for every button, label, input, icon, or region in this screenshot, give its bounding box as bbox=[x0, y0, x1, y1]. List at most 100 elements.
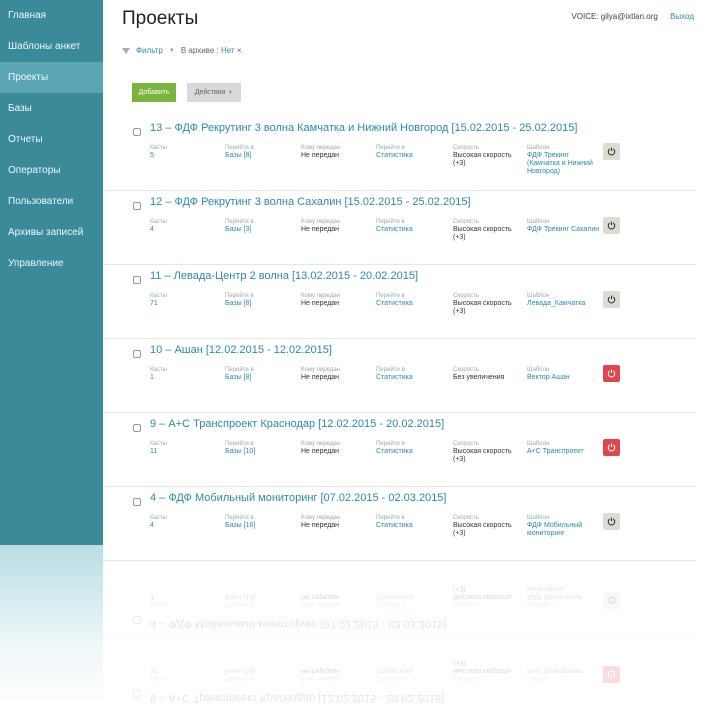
template-link[interactable]: ФДФ Трекинг (Камчатка и Нижний Новгород) bbox=[527, 152, 601, 176]
sidebar-item-reports[interactable]: Отчеты bbox=[0, 124, 103, 155]
speed-column: Скорость Высокая скорость (+3) bbox=[453, 514, 523, 538]
casts-value: 11 bbox=[150, 667, 158, 674]
bases-label: Перейти в bbox=[225, 515, 254, 521]
project-title[interactable]: 11 – Левада-Центр 2 волна [13.02.2015 - … bbox=[150, 270, 418, 282]
filter-dropdown[interactable]: Фильтр bbox=[136, 46, 163, 55]
sidebar-item-templates[interactable]: Шаблоны анкет bbox=[0, 31, 103, 62]
casts-column: Касты 71 bbox=[150, 292, 167, 308]
project-title[interactable]: 12 – ФДФ Рекрутинг 3 волна Сахалин [15.0… bbox=[150, 196, 471, 208]
stats-link[interactable]: Статистика bbox=[376, 300, 413, 308]
bases-link[interactable]: Базы [8] bbox=[225, 300, 254, 308]
sidebar-item-management[interactable]: Управление bbox=[0, 248, 103, 279]
speed-value: Высокая скорость (+3) bbox=[453, 522, 512, 537]
project-title[interactable]: 10 – Ашан [12.02.2015 - 12.02.2015] bbox=[150, 344, 332, 356]
power-toggle-button[interactable] bbox=[603, 143, 620, 160]
project-checkbox[interactable] bbox=[133, 424, 141, 432]
transferred-column: Кому передан Не передан bbox=[301, 292, 340, 308]
project-checkbox[interactable] bbox=[133, 498, 141, 506]
stats-link[interactable]: Статистика bbox=[376, 448, 413, 456]
project-card: 9 – А+С Транспроект Краснодар [12.02.201… bbox=[103, 413, 696, 487]
stats-link[interactable]: Статистика bbox=[376, 226, 413, 234]
template-label: Шаблон bbox=[527, 293, 550, 299]
sidebar-item-home[interactable]: Главная bbox=[0, 0, 103, 31]
bases-column: Перейти в Базы [10] bbox=[225, 666, 255, 682]
project-title[interactable]: 13 – ФДФ Рекрутинг 3 волна Камчатка и Ни… bbox=[150, 122, 577, 134]
bases-link[interactable]: Базы [10] bbox=[225, 448, 255, 456]
project-title[interactable]: 9 – А+С Транспроект Краснодар [12.02.201… bbox=[150, 418, 444, 430]
actions-dropdown[interactable]: Действия ▼ bbox=[187, 83, 241, 102]
speed-value: Высокая скорость (+3) bbox=[453, 152, 512, 167]
project-checkbox[interactable] bbox=[133, 128, 141, 136]
power-toggle-button[interactable] bbox=[603, 513, 620, 530]
archive-filter-tag: В архиве : Нет × bbox=[181, 46, 242, 55]
casts-value[interactable]: 4 bbox=[150, 226, 167, 234]
transferred-column: Кому передан Не передан bbox=[301, 440, 340, 456]
power-icon bbox=[607, 369, 616, 378]
stats-column: Перейти в Статистика bbox=[376, 440, 413, 456]
bases-column: Перейти в Базы [16] bbox=[225, 592, 255, 608]
bases-link[interactable]: Базы [3] bbox=[225, 226, 254, 234]
template-link[interactable]: ФДФ Мобильный мониторинг bbox=[527, 522, 601, 538]
archive-filter-label: В архиве : bbox=[180, 46, 219, 55]
power-toggle-button[interactable] bbox=[603, 291, 620, 308]
template-column: Шаблон ФДФ Трекинг Сахалин bbox=[527, 218, 601, 234]
bases-link[interactable]: Базы [8] bbox=[225, 152, 254, 160]
template-link[interactable]: ФДФ Трекинг Сахалин bbox=[527, 226, 601, 234]
casts-label: Касты bbox=[150, 601, 167, 607]
power-icon bbox=[607, 596, 616, 605]
transferred-value: Не передан bbox=[301, 448, 340, 455]
casts-label: Касты bbox=[150, 145, 167, 151]
power-icon bbox=[607, 670, 616, 679]
sidebar-reflection bbox=[0, 545, 103, 709]
template-link[interactable]: Левада_Камчатка bbox=[527, 300, 601, 308]
speed-value: Без увеличения bbox=[453, 374, 505, 381]
power-toggle-button[interactable] bbox=[603, 439, 620, 456]
stats-column: Перейти в Статистика bbox=[376, 666, 413, 682]
template-link[interactable]: А+С Транспроект bbox=[527, 448, 601, 456]
bases-link: Базы [10] bbox=[225, 667, 256, 674]
casts-value[interactable]: 71 bbox=[150, 300, 167, 308]
casts-value[interactable]: 4 bbox=[150, 522, 167, 530]
template-label: Шаблон bbox=[527, 675, 550, 681]
stats-link[interactable]: Статистика bbox=[376, 152, 413, 160]
add-button[interactable]: Добавить bbox=[132, 83, 176, 102]
sidebar-item-users[interactable]: Пользователи bbox=[0, 186, 103, 217]
power-toggle-button[interactable] bbox=[603, 365, 620, 382]
transferred-label: Кому передан bbox=[301, 219, 340, 225]
archive-filter-value[interactable]: Нет bbox=[221, 46, 235, 55]
logout-link[interactable]: Выход bbox=[670, 12, 694, 21]
stats-link: Статистика bbox=[376, 667, 413, 674]
close-icon[interactable]: × bbox=[237, 46, 242, 55]
stats-label: Перейти в bbox=[376, 675, 405, 681]
stats-link[interactable]: Статистика bbox=[376, 522, 413, 530]
casts-label: Касты bbox=[150, 675, 167, 681]
sidebar: Главная Шаблоны анкет Проекты Базы Отчет… bbox=[0, 0, 103, 545]
project-checkbox[interactable] bbox=[133, 350, 141, 358]
project-checkbox[interactable] bbox=[133, 202, 141, 210]
sidebar-item-operators[interactable]: Операторы bbox=[0, 155, 103, 186]
bases-label: Перейти в bbox=[225, 441, 254, 447]
casts-label: Касты bbox=[150, 441, 167, 447]
project-checkbox bbox=[133, 616, 141, 624]
power-toggle-button[interactable] bbox=[603, 217, 620, 234]
project-title[interactable]: 4 – ФДФ Мобильный мониторинг [07.02.2015… bbox=[150, 492, 446, 504]
user-bar: VOICE: gilya@ixtlan.org Выход bbox=[571, 12, 694, 21]
filter-bar: Фильтр ▼ В архиве : Нет × bbox=[122, 46, 241, 55]
chevron-down-icon: ▼ bbox=[168, 47, 175, 54]
sidebar-item-archives[interactable]: Архивы записей bbox=[0, 217, 103, 248]
template-label: Шаблон bbox=[527, 601, 550, 607]
sidebar-item-bases[interactable]: Базы bbox=[0, 93, 103, 124]
stats-label: Перейти в bbox=[376, 367, 405, 373]
transferred-column: Кому передан Не передан bbox=[301, 366, 340, 382]
bases-link[interactable]: Базы [8] bbox=[225, 374, 254, 382]
bases-link[interactable]: Базы [16] bbox=[225, 522, 255, 530]
template-link[interactable]: Вектор Ашан bbox=[527, 374, 601, 382]
template-column: Шаблон Левада_Камчатка bbox=[527, 292, 601, 308]
stats-link[interactable]: Статистика bbox=[376, 374, 413, 382]
casts-value[interactable]: 5 bbox=[150, 152, 167, 160]
project-card: 10 – Ашан [12.02.2015 - 12.02.2015] Касты… bbox=[103, 339, 696, 413]
sidebar-item-projects[interactable]: Проекты bbox=[0, 62, 103, 93]
casts-value[interactable]: 1 bbox=[150, 374, 167, 382]
casts-value[interactable]: 11 bbox=[150, 448, 167, 456]
project-checkbox[interactable] bbox=[133, 276, 141, 284]
